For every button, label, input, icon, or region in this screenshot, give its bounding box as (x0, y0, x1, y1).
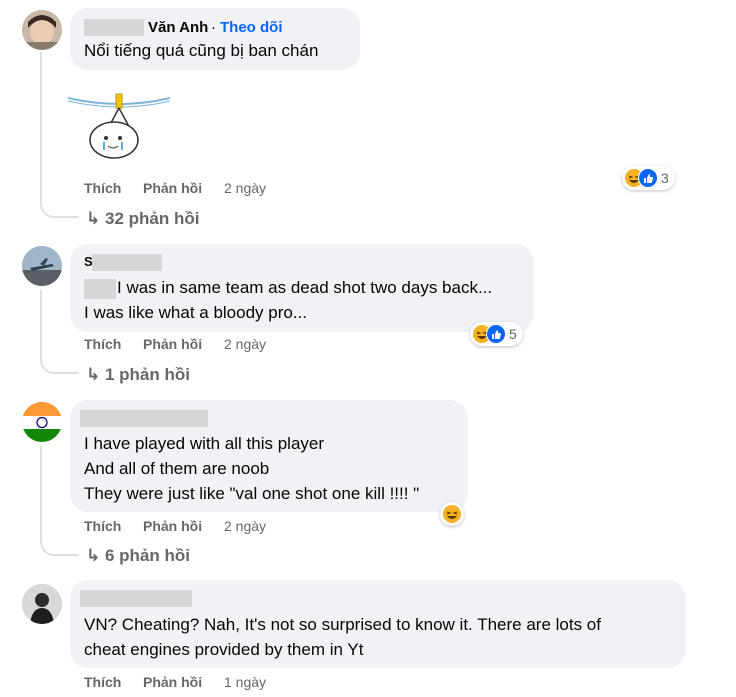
author-name-redacted (84, 19, 144, 36)
comment-text-line: cheat engines provided by them in Yt (84, 640, 364, 659)
timestamp[interactable]: 2 ngày (224, 180, 266, 196)
like-button[interactable]: Thích (84, 518, 121, 534)
reply-button[interactable]: Phản hồi (143, 518, 202, 534)
avatar[interactable] (22, 10, 62, 50)
comment-text-line: I was like what a bloody pro... (84, 303, 308, 322)
separator-dot: · (211, 19, 216, 36)
like-button[interactable]: Thích (84, 674, 121, 690)
comment-text-line: VN? Cheating? Nah, It's not so surprised… (84, 615, 601, 634)
avatar[interactable] (22, 402, 62, 442)
reactions-summary[interactable] (440, 502, 464, 526)
view-replies-label: 1 phản hồi (104, 365, 190, 384)
like-reaction-icon (638, 168, 658, 188)
comment-text-line: And all of them are noob (84, 459, 270, 478)
timestamp[interactable]: 1 ngày (224, 674, 266, 690)
thread-connector (40, 170, 78, 218)
follow-button[interactable]: Theo dõi (220, 19, 283, 36)
timestamp[interactable]: 2 ngày (224, 336, 266, 352)
sticker-image (67, 93, 171, 159)
reply-button[interactable]: Phản hồi (143, 180, 202, 196)
author-name-redacted (80, 590, 192, 607)
reply-button[interactable]: Phản hồi (143, 674, 202, 690)
avatar-image (22, 584, 62, 624)
thread-line (40, 52, 42, 172)
reaction-count: 5 (509, 326, 517, 342)
view-replies-button[interactable]: ↳ 1 phản hồi (86, 365, 190, 385)
view-replies-button[interactable]: ↳ 32 phản hồi (86, 209, 199, 229)
sticker (67, 88, 172, 164)
view-replies-label: 6 phản hồi (104, 546, 190, 565)
author-name-redacted (80, 410, 208, 427)
reactions-summary[interactable]: 3 (622, 166, 675, 190)
comment-text-line: I was in same team as dead shot two days… (117, 278, 493, 297)
author-name[interactable]: Văn Anh (148, 19, 208, 36)
like-button[interactable]: Thích (84, 336, 121, 352)
author-name-redacted (92, 254, 162, 271)
reaction-count: 3 (661, 170, 669, 186)
avatar-image (22, 246, 62, 286)
avatar-image (22, 402, 62, 442)
haha-reaction-icon (442, 504, 462, 524)
thread-line (40, 446, 42, 514)
thread-connector (40, 328, 78, 374)
view-replies-label: 32 phản hồi (104, 209, 200, 228)
like-button[interactable]: Thích (84, 180, 121, 196)
comment-text-line: They were just like "val one shot one ki… (84, 484, 420, 503)
view-replies-button[interactable]: ↳ 6 phản hồi (86, 546, 190, 566)
avatar[interactable] (22, 584, 62, 624)
thread-line (40, 290, 42, 330)
thread-connector (40, 512, 78, 556)
reply-button[interactable]: Phản hồi (143, 336, 202, 352)
avatar[interactable] (22, 246, 62, 286)
mention-redacted (84, 279, 116, 299)
comment-text: Nổi tiếng quá cũng bị ban chán (84, 41, 319, 60)
reply-arrow-icon: ↳ (86, 546, 101, 565)
reply-arrow-icon: ↳ (86, 365, 101, 384)
avatar-image (22, 10, 62, 50)
comment-text-line: I have played with all this player (84, 434, 325, 453)
reply-arrow-icon: ↳ (86, 209, 101, 228)
reactions-summary[interactable]: 5 (470, 322, 523, 346)
like-reaction-icon (486, 324, 506, 344)
timestamp[interactable]: 2 ngày (224, 518, 266, 534)
